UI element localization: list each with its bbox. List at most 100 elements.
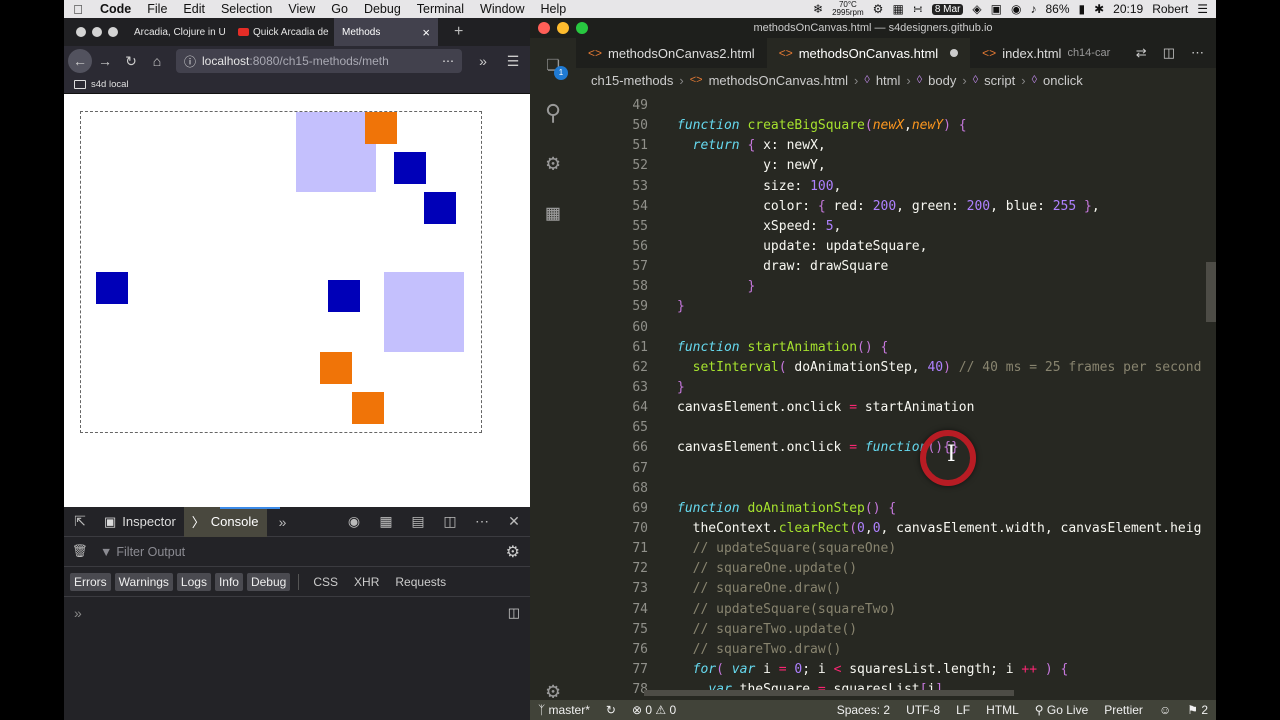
bookmark-s4d-local[interactable]: s4d local	[91, 79, 129, 90]
code-line[interactable]: 67	[576, 459, 1216, 479]
battery-icon[interactable]: ▮	[1079, 2, 1086, 16]
code-line[interactable]: 68	[576, 479, 1216, 499]
split-editor-icon[interactable]: ◫	[1163, 45, 1175, 61]
filter-requests[interactable]: Requests	[389, 573, 452, 591]
minimize-window-button[interactable]	[92, 27, 102, 37]
menu-help[interactable]: Help	[533, 2, 575, 16]
zoom-window-button[interactable]	[576, 22, 588, 34]
code-line[interactable]: 64 canvasElement.onclick = startAnimation	[576, 398, 1216, 418]
browser-tab-arcadia[interactable]: Arcadia, Clojure in U	[126, 18, 230, 46]
temp-readout[interactable]: 70°C 2995rpm	[832, 1, 864, 17]
code-line[interactable]: 73 // squareOne.draw()	[576, 579, 1216, 599]
notifications[interactable]: ⚑ 2	[1179, 703, 1216, 717]
tab-methodsoncanvas2[interactable]: <> methodsOnCanvas2.html	[576, 38, 767, 68]
code-line[interactable]: 51 return { x: newX,	[576, 136, 1216, 156]
unsaved-dot-icon[interactable]	[950, 49, 959, 57]
fan-icon[interactable]: ❄	[813, 2, 823, 16]
code-line[interactable]: 66 canvasElement.onclick = function(){}	[576, 438, 1216, 458]
code-line[interactable]: 54 color: { red: 200, green: 200, blue: …	[576, 197, 1216, 217]
filter-xhr[interactable]: XHR	[348, 573, 385, 591]
crumb-script[interactable]: script	[984, 73, 1015, 88]
code-line[interactable]: 71 // updateSquare(squareOne)	[576, 539, 1216, 559]
tab-inspector[interactable]: ▣ Inspector	[96, 507, 184, 537]
measure-icon[interactable]: ▤	[402, 513, 434, 530]
grid-icon[interactable]: ▦	[892, 2, 903, 16]
filter-css[interactable]: CSS	[307, 573, 344, 591]
close-window-button[interactable]	[538, 22, 550, 34]
forward-arrow-icon[interactable]: →	[92, 53, 118, 69]
tab-index[interactable]: <> index.html ch14-car	[970, 38, 1122, 68]
code-line[interactable]: 58 }	[576, 277, 1216, 297]
console-input[interactable]: » ◫	[64, 597, 530, 629]
filter-info[interactable]: Info	[214, 572, 243, 591]
sync-icon[interactable]: ↻	[598, 703, 624, 717]
eol-indicator[interactable]: LF	[948, 703, 978, 717]
go-live-button[interactable]: ⚲ Go Live	[1027, 703, 1097, 717]
zoom-window-button[interactable]	[108, 27, 118, 37]
code-line[interactable]: 72 // squareOne.update()	[576, 559, 1216, 579]
back-arrow-icon[interactable]: ←	[68, 49, 92, 73]
prettier-indicator[interactable]: Prettier	[1096, 703, 1151, 717]
apple-icon[interactable]: 	[64, 2, 92, 17]
code-line[interactable]: 55 xSpeed: 5,	[576, 217, 1216, 237]
extensions-icon[interactable]: ▦	[530, 188, 576, 238]
home-icon[interactable]: ⌂	[144, 53, 170, 69]
code-line[interactable]: 62 setInterval( doAnimationStep, 40) // …	[576, 358, 1216, 378]
code-line[interactable]: 75 // squareTwo.update()	[576, 620, 1216, 640]
code-line[interactable]: 74 // updateSquare(squareTwo)	[576, 600, 1216, 620]
bluetooth-icon[interactable]: ✱	[1094, 2, 1104, 16]
code-line[interactable]: 59}	[576, 297, 1216, 317]
menu-selection[interactable]: Selection	[213, 2, 280, 16]
horizontal-scrollbar[interactable]	[644, 690, 1014, 696]
settings-gear-icon[interactable]: ⚙	[506, 542, 530, 562]
page-actions-icon[interactable]: ⋯	[442, 54, 454, 68]
reload-icon[interactable]: ↻	[118, 53, 144, 70]
more-tools-chevron-icon[interactable]: »	[267, 514, 299, 530]
display-icon[interactable]: ▣	[991, 2, 1002, 16]
debug-icon[interactable]: ⚙	[530, 138, 576, 188]
filter-debug[interactable]: Debug	[246, 572, 291, 591]
browser-tab-quick-arcadia[interactable]: Quick Arcadia de	[230, 18, 334, 46]
trash-icon[interactable]: 🗑	[64, 544, 96, 559]
minimize-window-button[interactable]	[557, 22, 569, 34]
code-line[interactable]: 53 size: 100,	[576, 177, 1216, 197]
menu-view[interactable]: View	[280, 2, 323, 16]
filter-warnings[interactable]: Warnings	[114, 572, 173, 591]
search-icon[interactable]: ⚲	[530, 88, 576, 138]
vertical-scrollbar[interactable]	[1206, 262, 1216, 322]
code-editor[interactable]: 49 50 function createBigSquare(newX,newY) …	[576, 96, 1216, 700]
code-line[interactable]: 50 function createBigSquare(newX,newY) {	[576, 116, 1216, 136]
explorer-icon[interactable]: ❏ 1	[530, 38, 576, 88]
animation-canvas[interactable]	[80, 111, 482, 433]
filter-output-input[interactable]: Filter Output	[112, 545, 185, 559]
site-info-icon[interactable]: ⓘ	[184, 53, 196, 70]
control-center-icon[interactable]: ☰	[1197, 2, 1208, 16]
crumb-html[interactable]: html	[876, 73, 901, 88]
code-line[interactable]: 60	[576, 318, 1216, 338]
battery-percent[interactable]: 86%	[1045, 2, 1069, 16]
element-picker-icon[interactable]: ⇱	[64, 513, 96, 530]
dock-icon[interactable]: ◫	[434, 513, 466, 530]
code-line[interactable]: 61 function startAnimation() {	[576, 338, 1216, 358]
code-line[interactable]: 65	[576, 418, 1216, 438]
code-line[interactable]: 49	[576, 96, 1216, 116]
camera-icon[interactable]: ◉	[1011, 2, 1021, 16]
volume-icon[interactable]: ♪	[1030, 2, 1036, 16]
gauge-icon[interactable]: ⚙	[873, 2, 884, 16]
feedback-icon[interactable]: ☺	[1151, 703, 1179, 717]
browser-tab-methods[interactable]: Methods ×	[334, 18, 438, 46]
wifi-icon[interactable]: ◈	[972, 2, 981, 16]
code-line[interactable]: 76 // squareTwo.draw()	[576, 640, 1216, 660]
code-line[interactable]: 63}	[576, 378, 1216, 398]
options-menu-icon[interactable]: ⋯	[466, 513, 498, 530]
code-line[interactable]: 56 update: updateSquare,	[576, 237, 1216, 257]
rulers-icon[interactable]: ▦	[370, 513, 402, 530]
menu-go[interactable]: Go	[323, 2, 356, 16]
code-line[interactable]: 69 function doAnimationStep() {	[576, 499, 1216, 519]
crumb-onclick[interactable]: onclick	[1043, 73, 1083, 88]
code-line[interactable]: 57 draw: drawSquare	[576, 257, 1216, 277]
branch-indicator[interactable]: ᛉ master*	[530, 703, 598, 717]
problems-indicator[interactable]: ⊗ 0 ⚠ 0	[624, 703, 684, 717]
menu-debug[interactable]: Debug	[356, 2, 409, 16]
more-actions-icon[interactable]: ⋯	[1191, 45, 1204, 61]
